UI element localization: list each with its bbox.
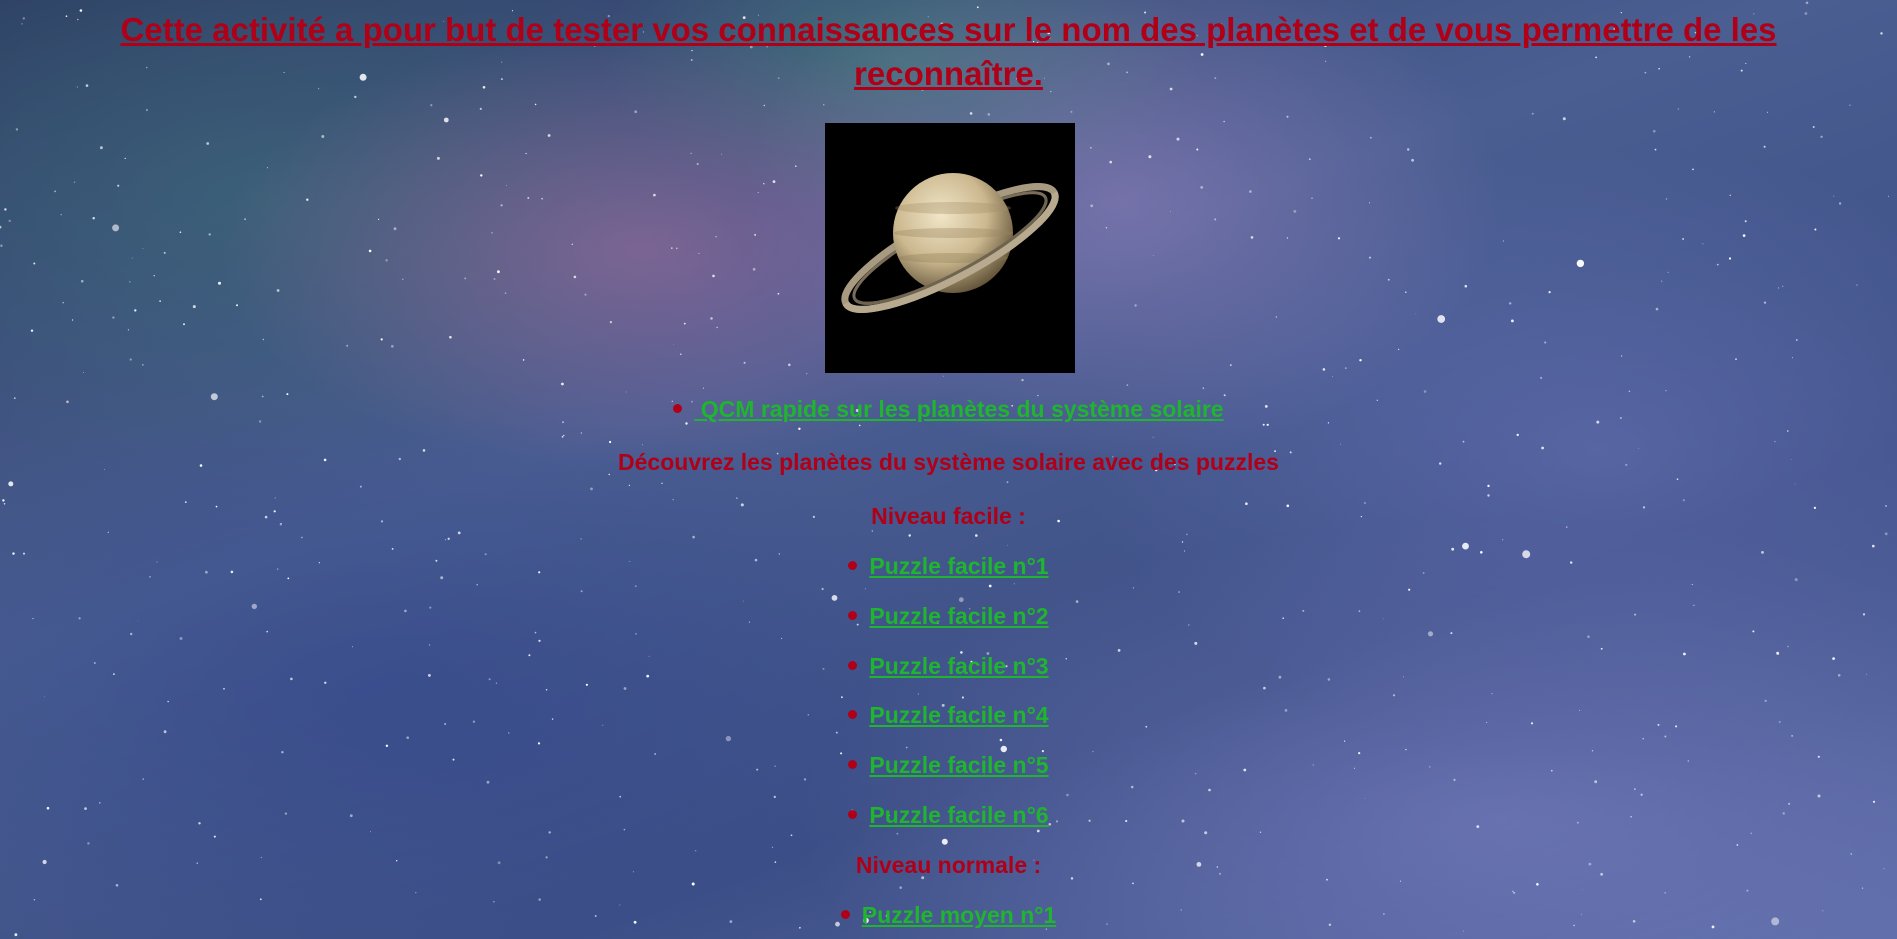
puzzle-link-normal-1[interactable]: Puzzle moyen n°1 — [862, 902, 1057, 928]
bullet-icon — [848, 561, 858, 571]
page: Cette activité a pour but de tester vos … — [0, 0, 1897, 939]
puzzle-link-easy-2[interactable]: Puzzle facile n°2 — [869, 603, 1048, 629]
qcm-list-item: QCM rapide sur les planètes du système s… — [0, 395, 1897, 423]
qcm-link[interactable]: QCM rapide sur les planètes du système s… — [694, 396, 1224, 422]
puzzle-list-item: Puzzle facile n°1 — [0, 552, 1897, 580]
puzzle-list-item: Puzzle facile n°6 — [0, 801, 1897, 829]
puzzle-link-easy-1[interactable]: Puzzle facile n°1 — [869, 553, 1048, 579]
puzzle-list-item: Puzzle moyen n°1 — [0, 901, 1897, 929]
puzzle-link-easy-3[interactable]: Puzzle facile n°3 — [869, 653, 1048, 679]
puzzle-list-item: Puzzle facile n°5 — [0, 751, 1897, 779]
page-title[interactable]: Cette activité a pour but de tester vos … — [30, 8, 1867, 96]
puzzle-list-item: Puzzle facile n°4 — [0, 701, 1897, 729]
puzzle-link-easy-6[interactable]: Puzzle facile n°6 — [869, 802, 1048, 828]
level-heading-normal: Niveau normale : — [855, 852, 1042, 878]
intro-text: Découvrez les planètes du système solair… — [618, 449, 1279, 475]
puzzle-link-easy-4[interactable]: Puzzle facile n°4 — [869, 702, 1048, 728]
bullet-icon — [840, 910, 850, 920]
level-heading-easy: Niveau facile : — [871, 503, 1026, 529]
saturn-planet-image — [825, 123, 1075, 373]
bullet-icon — [848, 810, 858, 820]
puzzle-link-easy-5[interactable]: Puzzle facile n°5 — [869, 752, 1048, 778]
puzzle-list-item: Puzzle facile n°2 — [0, 602, 1897, 630]
bullet-icon — [848, 760, 858, 770]
bullet-icon — [848, 611, 858, 621]
puzzle-list-item: Puzzle facile n°3 — [0, 652, 1897, 680]
bullet-icon — [673, 404, 683, 414]
bullet-icon — [848, 661, 858, 671]
bullet-icon — [848, 710, 858, 720]
